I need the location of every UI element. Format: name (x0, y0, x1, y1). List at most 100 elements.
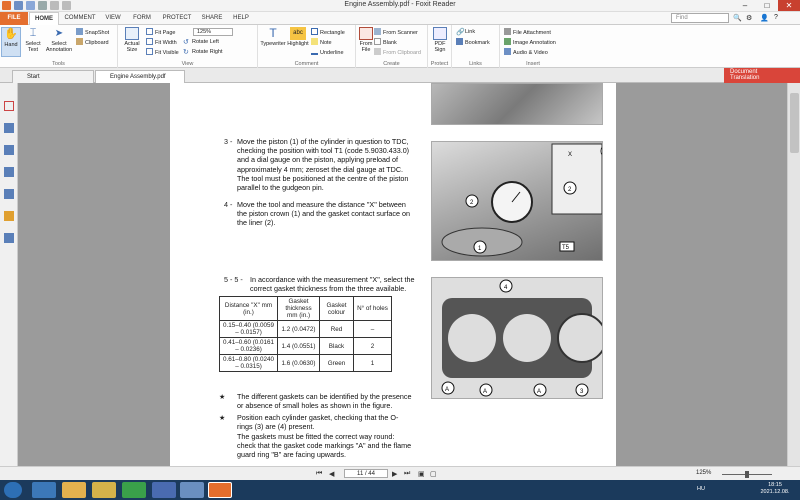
tab-view[interactable]: VIEW (101, 12, 125, 25)
tab-home[interactable]: HOME (29, 12, 59, 25)
table-row: 0.15–0.40 (0.0059 – 0.0157) 1.2 (0.0472)… (219, 320, 392, 338)
file-attachment-button[interactable]: File Attachment (504, 28, 551, 37)
zoom-slider-thumb[interactable] (745, 471, 749, 478)
label-t5: T5 (562, 245, 570, 251)
fit-page-button[interactable]: Fit Page (146, 28, 175, 37)
from-scanner-button[interactable]: From Scanner (374, 28, 418, 37)
tab-file[interactable]: FILE (0, 12, 28, 25)
hand-icon: ✋ (4, 28, 18, 40)
settings-icon[interactable]: ⚙ (746, 14, 752, 22)
app-icon[interactable] (152, 482, 176, 498)
tab-start[interactable]: Start (12, 70, 94, 83)
status-bar: ⏮ ◀ 11 / 44 ▶ ⏭ ▣ ▢ 125% (0, 466, 800, 480)
highlight-button[interactable]: abc Highlight (287, 27, 309, 47)
select-text-button[interactable]: ⌶ Select Text (23, 27, 43, 53)
rectangle-button[interactable]: Rectangle (311, 28, 345, 37)
app-icon-2[interactable] (180, 482, 204, 498)
label-a2: A (483, 389, 487, 395)
file-explorer-icon[interactable] (62, 482, 86, 498)
fit-width-button[interactable]: Fit Width (146, 38, 177, 47)
first-page-icon[interactable]: ⏮ (316, 470, 322, 478)
dial-gauge-image: X 1 2 2 1 T5 (431, 141, 603, 261)
tab-protect[interactable]: PROTECT (159, 12, 195, 25)
attachments-panel-icon[interactable] (4, 189, 14, 199)
clock[interactable]: 18:15 2021.12.08. (755, 482, 795, 496)
pages-panel-icon[interactable] (4, 123, 14, 133)
hand-button[interactable]: ✋ Hand (1, 27, 21, 57)
clipboard-icon (374, 48, 381, 55)
step-5-number: 5 - 5 - (224, 275, 243, 284)
media-player-icon[interactable] (92, 482, 116, 498)
minimize-button[interactable]: – (734, 0, 756, 11)
gasket-illustration: 4 A A A 3 (441, 279, 602, 397)
gasket-table: Distance "X" mm (in.) Gasket thickness m… (219, 296, 392, 372)
layers-panel-icon[interactable] (4, 145, 14, 155)
fit-page-icon (146, 28, 153, 35)
label-x: X (568, 152, 572, 158)
signature-panel-icon[interactable] (4, 233, 14, 243)
find-input[interactable]: Find (671, 13, 729, 23)
maximize-button[interactable]: □ (756, 0, 778, 11)
audio-video-button[interactable]: Audio & Video (504, 48, 548, 57)
pdf-sign-button[interactable]: PDF Sign (430, 27, 450, 53)
bookmarks-panel-icon[interactable] (4, 101, 14, 111)
fit-visible-button[interactable]: Fit Visible (146, 48, 179, 57)
single-page-icon[interactable]: ▢ (430, 470, 437, 478)
select-annotation-button[interactable]: ➤ Select Annotation (45, 27, 73, 53)
zoom-select[interactable]: 125% (193, 28, 233, 36)
foxit-reader-taskbar-icon[interactable] (208, 482, 232, 498)
group-create: From File From Scanner Blank From Clipbo… (356, 25, 428, 68)
snapshot-button[interactable]: SnapShot (76, 28, 109, 37)
image-annotation-button[interactable]: Image Annotation (504, 38, 556, 47)
last-page-icon[interactable]: ⏭ (404, 470, 410, 478)
media-icon (504, 48, 511, 55)
search-icon[interactable]: 🔍 (733, 14, 742, 22)
next-page-icon[interactable]: ▶ (392, 470, 397, 478)
from-clipboard-button[interactable]: From Clipboard (374, 48, 421, 57)
engine-block-image (431, 83, 603, 125)
ie-icon[interactable] (32, 482, 56, 498)
group-view: Actual Size Fit Page Fit Width Fit Visib… (118, 25, 258, 68)
rotate-right-button[interactable]: ↻ Rotate Right (183, 48, 223, 57)
close-button[interactable]: ✕ (778, 0, 800, 11)
underline-button[interactable]: Underline (311, 48, 344, 57)
tab-help[interactable]: HELP (229, 12, 253, 25)
zoom-level[interactable]: 125% (696, 470, 711, 476)
rotate-right-icon: ↻ (183, 49, 189, 56)
underline-icon (311, 48, 318, 55)
actual-size-button[interactable]: Actual Size (121, 27, 143, 53)
link-button[interactable]: 🔗Link (456, 28, 475, 37)
bookmark-button[interactable]: Bookmark (456, 38, 490, 47)
chrome-icon[interactable] (122, 482, 146, 498)
document-translation-button[interactable]: Document Translation (724, 68, 800, 83)
scroll-thumb[interactable] (790, 93, 799, 153)
tab-comment[interactable]: COMMENT (61, 12, 99, 25)
start-button-icon[interactable] (4, 482, 22, 498)
typewriter-button[interactable]: T Typewriter (260, 27, 286, 48)
page-number-input[interactable]: 11 / 44 (344, 469, 388, 478)
vertical-scrollbar[interactable] (787, 83, 800, 466)
rotate-left-button[interactable]: ↺ Rotate Left (183, 38, 219, 47)
tab-share[interactable]: SHARE (198, 12, 226, 25)
navigation-panel (0, 83, 18, 466)
help-icon[interactable]: ? (774, 14, 778, 21)
from-file-button[interactable]: From File (358, 27, 374, 53)
link-icon: 🔗 (456, 29, 465, 36)
prev-page-icon[interactable]: ◀ (329, 470, 334, 478)
comments-panel-icon[interactable] (4, 167, 14, 177)
note-button[interactable]: Note (311, 38, 332, 47)
tab-form[interactable]: FORM (128, 12, 156, 25)
camera-icon (76, 28, 83, 35)
user-icon[interactable]: 👤 (760, 14, 769, 22)
security-panel-icon[interactable] (4, 211, 14, 221)
highlight-icon: abc (290, 27, 306, 40)
blank-button[interactable]: Blank (374, 38, 397, 47)
save-view-icon[interactable]: ▣ (418, 470, 425, 478)
step-4-number: 4 - (224, 200, 233, 209)
clipboard-button[interactable]: Clipboard (76, 38, 109, 47)
language-indicator[interactable]: HU (697, 486, 705, 492)
tab-engine-assembly[interactable]: Engine Assembly.pdf (95, 70, 185, 83)
cursor-icon: ⌶ (29, 27, 37, 39)
pdf-sign-icon (433, 27, 447, 40)
table-row: 0.61–0.80 (0.0240 – 0.0315) 1.6 (0.0630)… (219, 354, 392, 372)
